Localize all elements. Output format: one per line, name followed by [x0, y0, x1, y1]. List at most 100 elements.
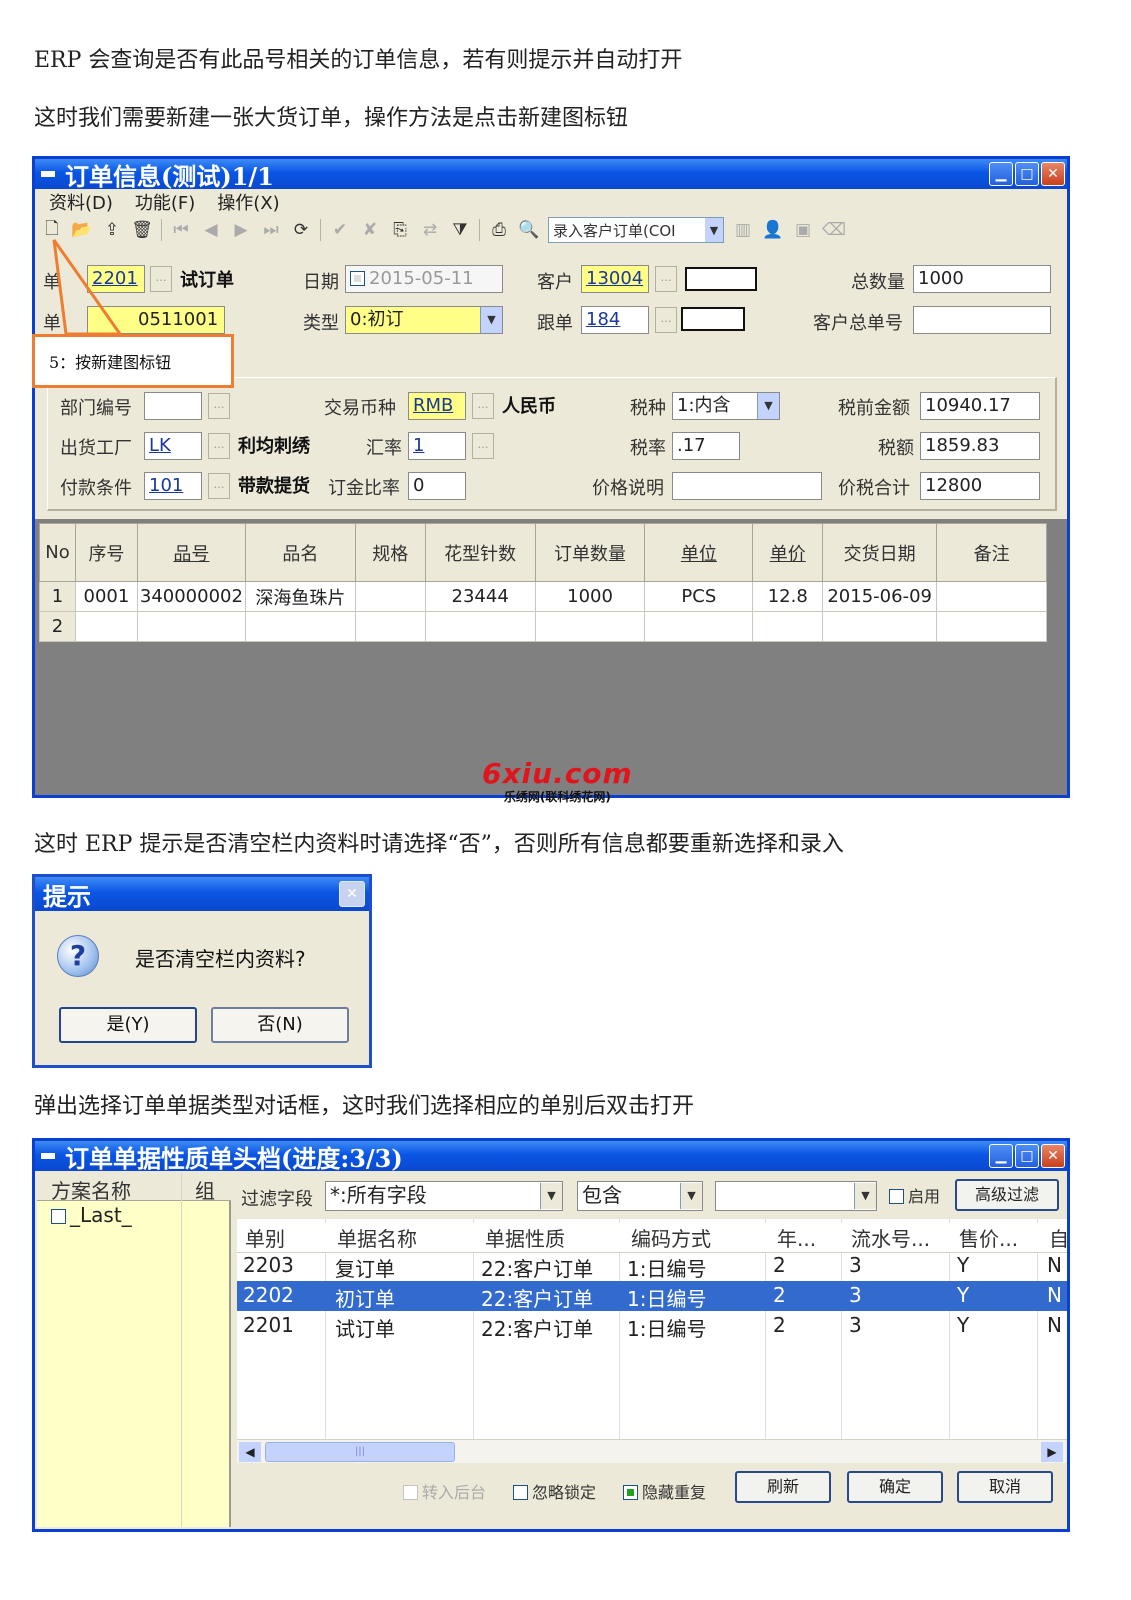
factory-lookup-button[interactable]: … [208, 433, 230, 459]
chevron-down-icon[interactable]: ▼ [480, 307, 502, 333]
price-note-field[interactable] [672, 472, 822, 500]
horizontal-scrollbar[interactable]: ◀ ||| ▶ [237, 1439, 1067, 1463]
scheme-group-header[interactable]: 组 [195, 1175, 215, 1204]
filter-icon[interactable]: ⧩ [449, 220, 471, 240]
eraser-icon[interactable]: ⌫ [822, 220, 846, 240]
cell[interactable]: 0001 [74, 581, 138, 612]
yes-button[interactable]: 是(Y) [59, 1007, 197, 1043]
menu-data[interactable]: 资料(D) [49, 189, 113, 215]
maximize-button[interactable]: □ [1015, 162, 1039, 186]
cell[interactable] [424, 611, 536, 642]
col-header-price[interactable]: 售价... [959, 1223, 1018, 1252]
col-header-doc-name[interactable]: 单据名称 [337, 1223, 417, 1252]
option-ignore-lock[interactable]: 忽略锁定 [513, 1479, 596, 1503]
payterm-field[interactable]: 101 [144, 472, 202, 500]
window-icon[interactable]: ▣ [792, 220, 814, 240]
list-item[interactable]: 2203 复订单 22:客户订单 1:日编号 2 3 Y N [237, 1251, 1067, 1281]
table-row[interactable]: 2 [39, 611, 1047, 642]
dept-lookup-button[interactable]: … [208, 393, 230, 419]
pretax-field[interactable]: 10940.17 [920, 392, 1040, 420]
col-header-price[interactable]: 单价 [752, 523, 824, 582]
rate-field[interactable]: 1 [408, 432, 466, 460]
cell[interactable] [244, 611, 356, 642]
print-icon[interactable]: ⎙ [488, 220, 510, 240]
col-header-spec[interactable]: 规格 [354, 523, 426, 582]
customer-field[interactable]: 13004 [581, 265, 649, 293]
cell[interactable]: 23444 [424, 581, 536, 612]
list-item[interactable]: 2201 试订单 22:客户订单 1:日编号 2 3 Y N [237, 1311, 1067, 1341]
ignore-lock-checkbox[interactable] [513, 1485, 528, 1500]
chevron-down-icon[interactable]: ▼ [854, 1183, 876, 1209]
copy-icon[interactable]: ⎘ [389, 220, 411, 240]
no-button[interactable]: 否(N) [211, 1007, 349, 1043]
chevron-down-icon[interactable]: ▼ [705, 218, 723, 242]
col-header-serial[interactable]: 流水号... [851, 1223, 930, 1252]
cell[interactable]: 12.8 [752, 581, 824, 612]
cell[interactable] [752, 611, 824, 642]
col-header-delivery[interactable]: 交货日期 [822, 523, 938, 582]
cancel-button[interactable]: 取消 [957, 1471, 1053, 1503]
cell[interactable] [136, 611, 246, 642]
confirm-icon[interactable]: ✔ [329, 220, 351, 240]
cell[interactable]: 340000002 [136, 581, 246, 612]
col-header-item-name[interactable]: 品名 [244, 523, 356, 582]
cell[interactable] [354, 611, 426, 642]
filter-field-select[interactable]: *:所有字段 [325, 1181, 563, 1211]
window-menu-icon[interactable] [41, 1153, 55, 1159]
deposit-field[interactable]: 0 [408, 472, 466, 500]
close-button[interactable]: ✕ [1041, 1144, 1065, 1168]
chevron-down-icon[interactable]: ▼ [540, 1183, 562, 1209]
cancel-icon[interactable]: ✘ [359, 220, 381, 240]
hide-dup-checkbox[interactable] [623, 1485, 638, 1500]
cell[interactable] [534, 611, 646, 642]
total-field[interactable]: 12800 [920, 472, 1040, 500]
enable-option[interactable]: 启用 [889, 1183, 940, 1207]
cell[interactable] [936, 581, 1047, 612]
option-background[interactable]: 转入后台 [403, 1479, 486, 1503]
col-header-qty[interactable]: 订单数量 [534, 523, 646, 582]
columns-icon[interactable]: ▥ [732, 220, 754, 240]
cell[interactable]: 2015-06-09 [822, 581, 938, 612]
previous-record-icon[interactable]: ◀ [200, 220, 222, 240]
factory-field[interactable]: LK [144, 432, 202, 460]
currency-lookup-button[interactable]: … [472, 393, 494, 419]
close-button[interactable]: ✕ [1041, 162, 1065, 186]
col-header-unit[interactable]: 单位 [644, 523, 754, 582]
cell[interactable] [354, 581, 426, 612]
enable-checkbox[interactable] [889, 1189, 904, 1204]
col-header-year[interactable]: 年... [777, 1223, 816, 1252]
customer-lookup-button[interactable]: … [655, 266, 677, 292]
customer-name-field[interactable] [685, 267, 757, 291]
menu-operate[interactable]: 操作(X) [217, 189, 279, 215]
list-item-selected[interactable]: 2202 初订单 22:客户订单 1:日编号 2 3 Y N [237, 1281, 1067, 1311]
col-header-doc-nature[interactable]: 单据性质 [485, 1223, 565, 1252]
col-header-encoding[interactable]: 编码方式 [631, 1223, 711, 1252]
cell[interactable] [74, 611, 138, 642]
scroll-left-icon[interactable]: ◀ [239, 1442, 261, 1462]
rate-lookup-button[interactable]: … [472, 433, 494, 459]
table-row[interactable]: 1 0001 340000002 深海鱼珠片 23444 1000 PCS 12… [39, 581, 1047, 612]
option-hide-dup[interactable]: 隐藏重复 [623, 1479, 706, 1503]
cell[interactable]: PCS [644, 581, 754, 612]
cell[interactable]: 深海鱼珠片 [244, 581, 356, 612]
minimize-button[interactable]: ▁ [989, 1144, 1013, 1168]
refresh-button[interactable]: 刷新 [735, 1471, 831, 1503]
refresh-icon[interactable]: ⟳ [290, 220, 312, 240]
next-record-icon[interactable]: ▶ [230, 220, 252, 240]
cell[interactable] [936, 611, 1047, 642]
chevron-down-icon[interactable]: ▼ [680, 1183, 702, 1209]
chevron-down-icon[interactable]: ▼ [757, 393, 779, 419]
transfer-icon[interactable]: ⇄ [419, 220, 441, 240]
col-header-item-no[interactable]: 品号 [136, 523, 246, 582]
first-record-icon[interactable]: ⏮ [170, 220, 192, 240]
close-button[interactable]: ✕ [339, 881, 365, 907]
advanced-filter-button[interactable]: 高级过滤 [955, 1179, 1059, 1211]
date-checkbox[interactable] [350, 271, 365, 286]
cell[interactable] [644, 611, 754, 642]
maximize-button[interactable]: □ [1015, 1144, 1039, 1168]
currency-field[interactable]: RMB [408, 392, 466, 420]
col-header-stitches[interactable]: 花型针数 [424, 523, 536, 582]
menu-function[interactable]: 功能(F) [135, 189, 195, 215]
dept-field[interactable] [144, 392, 202, 420]
col-header-no[interactable]: No [39, 523, 76, 582]
